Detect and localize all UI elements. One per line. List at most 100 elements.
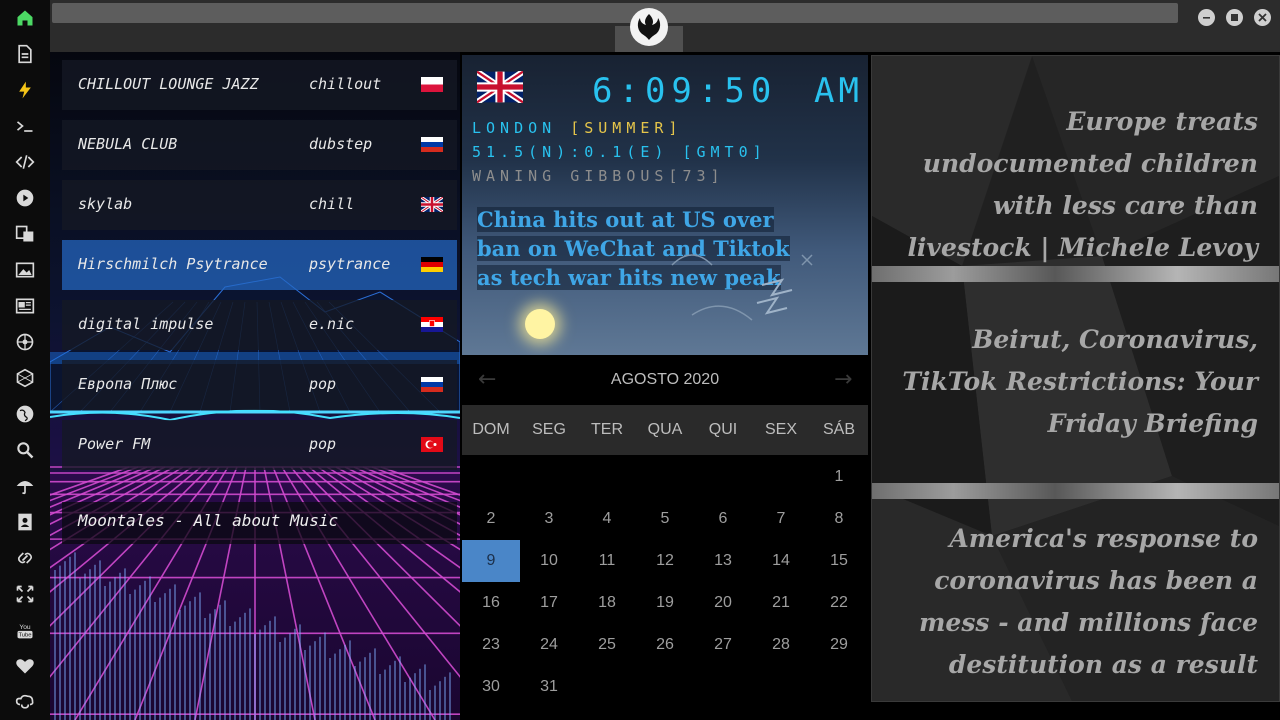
- play-icon[interactable]: [13, 186, 37, 210]
- calendar-day[interactable]: 17: [520, 582, 578, 624]
- home-icon[interactable]: [13, 6, 37, 30]
- terminal-icon[interactable]: [13, 114, 37, 138]
- uk-flag-icon: [421, 197, 443, 212]
- address-bar[interactable]: [52, 3, 1178, 23]
- umbrella-icon[interactable]: [13, 474, 37, 498]
- calendar-day[interactable]: 1: [810, 456, 868, 498]
- calendar-day[interactable]: 6: [694, 498, 752, 540]
- news-item[interactable]: America's response to coronavirus has be…: [892, 518, 1258, 686]
- sun-icon: [525, 309, 555, 339]
- clock-season: [SUMMER]: [570, 119, 683, 137]
- cloud-link-icon[interactable]: [13, 690, 37, 714]
- calendar-day[interactable]: 8: [810, 498, 868, 540]
- calendar-day[interactable]: 5: [636, 498, 694, 540]
- station-name: Европа Плюс: [78, 375, 178, 393]
- germany-flag-icon: [421, 257, 443, 272]
- weekday-label: TER: [591, 421, 623, 438]
- station-genre: psytrance: [309, 255, 391, 273]
- close-button[interactable]: [1254, 9, 1271, 26]
- station-genre: pop: [309, 435, 337, 453]
- station-name: NEBULA CLUB: [78, 135, 178, 153]
- sidebar: You Tube: [0, 0, 50, 720]
- calendar-day[interactable]: 23: [462, 624, 520, 666]
- top-bar: [50, 0, 1280, 52]
- calendar-day[interactable]: 2: [462, 498, 520, 540]
- heart-icon[interactable]: [13, 654, 37, 678]
- weekday-label: SEG: [532, 421, 566, 438]
- station-row[interactable]: Power FM pop: [62, 420, 457, 470]
- expand-icon[interactable]: [13, 582, 37, 606]
- image-icon[interactable]: [13, 258, 37, 282]
- station-row[interactable]: Европа Плюс pop: [62, 360, 457, 410]
- lightning-icon[interactable]: [13, 78, 37, 102]
- calendar-day[interactable]: 30: [462, 666, 520, 708]
- calendar-day[interactable]: 13: [694, 540, 752, 582]
- station-name: CHILLOUT LOUNGE JAZZ: [78, 75, 259, 93]
- calendar-day[interactable]: 20: [694, 582, 752, 624]
- now-playing-bar[interactable]: Moontales - All about Music: [62, 502, 457, 544]
- hexagon-icon[interactable]: [13, 366, 37, 390]
- calendar-day[interactable]: 10: [520, 540, 578, 582]
- calendar-day[interactable]: 19: [636, 582, 694, 624]
- calendar-day[interactable]: 12: [636, 540, 694, 582]
- calendar-day[interactable]: 31: [520, 666, 578, 708]
- weekday-label: DOM: [472, 421, 510, 438]
- station-row[interactable]: digital impulse e.nic: [62, 300, 457, 350]
- youtube-icon[interactable]: You Tube: [13, 618, 37, 642]
- clock-time: 6:09:50: [592, 71, 778, 111]
- uk-flag-icon: [477, 71, 523, 103]
- calendar-day[interactable]: 14: [752, 540, 810, 582]
- calendar-day[interactable]: 3: [520, 498, 578, 540]
- croatia-flag-icon: [421, 317, 443, 332]
- news-item[interactable]: Europe treats undocumented children with…: [892, 101, 1258, 269]
- radio-panel: CHILLOUT LOUNGE JAZZ chillout NEBULA CLUB d…: [50, 52, 460, 720]
- news-panel: Europe treats undocumented children with…: [871, 55, 1280, 702]
- calendar-day-today[interactable]: 9: [462, 540, 520, 582]
- calendar-day[interactable]: 18: [578, 582, 636, 624]
- calendar-day[interactable]: 7: [752, 498, 810, 540]
- calendar-day[interactable]: 28: [752, 624, 810, 666]
- code-icon[interactable]: [13, 150, 37, 174]
- station-row[interactable]: Hirschmilch Psytrance psytrance: [62, 240, 457, 290]
- document-icon[interactable]: [13, 42, 37, 66]
- station-name: digital impulse: [78, 315, 214, 333]
- station-genre: pop: [309, 375, 337, 393]
- calendar-day[interactable]: 22: [810, 582, 868, 624]
- calendar-weekday-row: DOM SEG TER QUA QUI SEX SÁB: [462, 405, 868, 455]
- settings-wheel-icon[interactable]: [13, 330, 37, 354]
- clock-coordinates: 51.5(N):0.1(E) [GMT0]: [472, 143, 767, 161]
- calendar-title: AGOSTO 2020: [610, 371, 720, 388]
- globe-icon[interactable]: [13, 402, 37, 426]
- clock-panel: 6:09:50 AM LONDON [SUMMER] 51.5(N):0.1(E…: [462, 55, 868, 355]
- clock-city: LONDON: [472, 119, 557, 137]
- news-icon[interactable]: [13, 294, 37, 318]
- station-row[interactable]: skylab chill: [62, 180, 457, 230]
- calendar-day[interactable]: 27: [694, 624, 752, 666]
- news-item[interactable]: Beirut, Coronavirus, TikTok Restrictions…: [892, 319, 1258, 445]
- minimize-button[interactable]: [1198, 9, 1215, 26]
- station-genre: dubstep: [309, 135, 373, 153]
- calendar: ← AGOSTO 2020 → DOM SEG TER QUA QUI SEX SÁB 12…: [462, 355, 868, 720]
- search-icon[interactable]: [13, 438, 37, 462]
- calendar-day[interactable]: 21: [752, 582, 810, 624]
- rebel-alliance-logo-icon[interactable]: [630, 8, 668, 46]
- calendar-header: ← AGOSTO 2020 →: [462, 355, 868, 403]
- calendar-day[interactable]: 4: [578, 498, 636, 540]
- calendar-day[interactable]: 16: [462, 582, 520, 624]
- station-row[interactable]: CHILLOUT LOUNGE JAZZ chillout: [62, 60, 457, 110]
- calendar-day[interactable]: 11: [578, 540, 636, 582]
- calendar-day[interactable]: 26: [636, 624, 694, 666]
- station-genre: e.nic: [309, 315, 355, 333]
- calendar-day[interactable]: 24: [520, 624, 578, 666]
- calendar-day[interactable]: 29: [810, 624, 868, 666]
- svg-text:Tube: Tube: [18, 633, 31, 639]
- station-row[interactable]: NEBULA CLUB dubstep: [62, 120, 457, 170]
- next-month-button[interactable]: →: [834, 367, 852, 392]
- maximize-button[interactable]: [1226, 9, 1243, 26]
- weather-doodles: [671, 254, 813, 321]
- translate-icon[interactable]: [13, 222, 37, 246]
- calendar-day[interactable]: 25: [578, 624, 636, 666]
- link-icon[interactable]: [13, 546, 37, 570]
- contact-icon[interactable]: [13, 510, 37, 534]
- calendar-day[interactable]: 15: [810, 540, 868, 582]
